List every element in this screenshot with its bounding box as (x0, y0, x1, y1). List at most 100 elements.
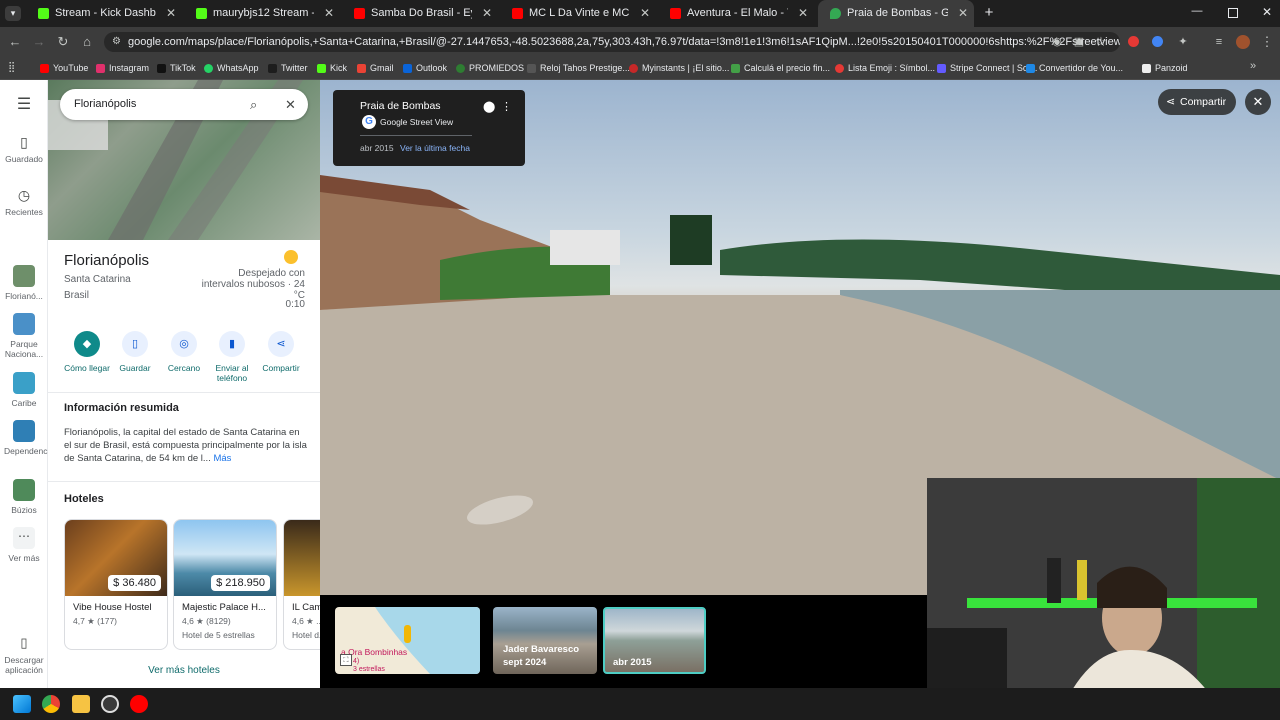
expand-map-icon[interactable]: ⛶ (340, 654, 352, 666)
hotel-image (284, 520, 320, 596)
nearby-icon: ◎ (171, 331, 197, 357)
forward-icon[interactable]: → (30, 33, 48, 51)
extension-blue-icon[interactable] (1152, 36, 1163, 47)
new-tab-button[interactable]: + (980, 4, 998, 22)
minimap[interactable]: a Ora Bombinhas 4) 3 estrellas ⛶ (335, 607, 480, 674)
rail-place-caribe[interactable]: Caribe (0, 372, 48, 408)
share-button[interactable]: ⋖ Compartir (1158, 89, 1236, 115)
outlook-icon (403, 64, 412, 73)
close-tab-icon[interactable]: ✕ (324, 0, 334, 27)
hotel-card[interactable]: $ 36.480 Vibe House Hostel 4,7 ★ (177) (64, 519, 168, 650)
rail-place-florianopolis[interactable]: Florianó... (0, 265, 48, 301)
place-country: Brasil (64, 290, 90, 301)
apps-icon[interactable]: ⣿ (8, 62, 19, 73)
menu-icon[interactable]: ⋮ (1258, 33, 1276, 51)
search-input[interactable]: Florianópolis ⌕ ✕ (60, 89, 308, 120)
phone-icon: ▯ (20, 635, 28, 650)
file-explorer-icon[interactable] (72, 695, 90, 713)
bookmark-promiedos[interactable]: PROMIEDOS (456, 61, 524, 76)
more-bookmarks-icon[interactable]: » (1250, 60, 1256, 72)
address-bar[interactable]: ⚙ google.com/maps/place/Florianópolis,+S… (104, 32, 1120, 52)
hotel-card[interactable]: $ 218.950 Majestic Palace H... 4,6 ★ (81… (173, 519, 277, 650)
maximize-window-button[interactable] (1228, 8, 1238, 18)
location-pin-icon[interactable]: ⬤ (483, 100, 495, 113)
rail-more[interactable]: ⋯ Ver más (0, 527, 48, 563)
bookmark-star-icon[interactable]: ☆ (1092, 33, 1110, 51)
bookmark-youtube[interactable]: YouTube (40, 61, 88, 76)
youtube-icon (670, 8, 681, 19)
hotel-card[interactable]: IL Cam... 4,6 ★ ... Hotel d... (283, 519, 320, 650)
minimize-window-button[interactable]: — (1190, 5, 1204, 21)
close-tab-icon[interactable]: ✕ (482, 0, 492, 27)
obs-icon[interactable] (101, 695, 119, 713)
tab-youtube-mc[interactable]: MC L Da Vinte e MC Gury - Parar✕ (500, 0, 656, 27)
bookmark-panzoid[interactable]: Panzoid (1142, 61, 1188, 76)
menu-icon[interactable]: ☰ (0, 97, 48, 113)
back-icon[interactable]: ← (6, 33, 24, 51)
gmail-icon (357, 64, 366, 73)
close-tab-icon[interactable]: ✕ (640, 0, 650, 27)
bookmark-instagram[interactable]: Instagram (96, 61, 149, 76)
bookmark-myinstants[interactable]: Myinstants | ¡El sitio... (629, 61, 729, 76)
rail-place-dependencias[interactable]: Dependencias... (0, 420, 65, 456)
bookmark-kick[interactable]: Kick (317, 61, 347, 76)
search-icon[interactable]: ⌕ (250, 89, 257, 120)
promiedos-icon (456, 64, 465, 73)
rail-recent[interactable]: ◷ Recientes (0, 187, 48, 217)
extensions-icon[interactable]: ✦ (1174, 33, 1192, 51)
more-hotels-link[interactable]: Ver más hoteles (48, 665, 320, 676)
close-tab-icon[interactable]: ✕ (166, 0, 176, 27)
tab-kick-stream[interactable]: maurybjs12 Stream - Watch Live✕ (184, 0, 340, 27)
bookmark-outlook[interactable]: Outlook (403, 61, 447, 76)
bookmark-tiktok[interactable]: TikTok (157, 61, 196, 76)
maps-pin-icon (830, 8, 841, 19)
rail-place-buzios[interactable]: Búzios (0, 479, 48, 515)
install-icon[interactable]: ▣ (1070, 33, 1088, 51)
bookmark-convertidor[interactable]: Convertidor de You... (1026, 61, 1123, 76)
bookmark-calcula[interactable]: Calculá el precio fin... (731, 61, 830, 76)
street-view-thumb-2024[interactable]: Jader Bavaresco sept 2024 (493, 607, 597, 674)
youtube-app-icon[interactable] (130, 695, 148, 713)
tab-search-icon[interactable]: ▾ (5, 6, 21, 21)
tab-google-maps[interactable]: Praia de Bombas - Google Maps✕ (818, 0, 974, 27)
bookmark-whatsapp[interactable]: WhatsApp (204, 61, 259, 76)
home-icon[interactable]: ⌂ (78, 33, 96, 51)
close-tab-icon[interactable]: ✕ (798, 0, 808, 27)
more-link[interactable]: Más (213, 453, 231, 464)
close-window-button[interactable]: ✕ (1260, 5, 1274, 21)
rail-saved[interactable]: ▯ Guardado (0, 134, 48, 164)
tab-youtube-aventura[interactable]: Aventura - El Malo - YouTube✕ (658, 0, 814, 27)
bookmark-twitter[interactable]: Twitter (268, 61, 308, 76)
x-icon (268, 64, 277, 73)
thumb-date: sept 2024 (503, 657, 547, 668)
bookmark-stripe[interactable]: Stripe Connect | Sol... (937, 61, 1037, 76)
extension-red-icon[interactable] (1128, 36, 1139, 47)
media-icon[interactable]: ≡ (1210, 33, 1228, 51)
windows-start-icon[interactable] (13, 695, 31, 713)
chrome-icon[interactable] (42, 695, 60, 713)
more-options-icon[interactable]: ⋮ (501, 100, 512, 113)
save-button[interactable]: ▯ Guardar (107, 331, 163, 373)
share-button[interactable]: ⋖ Compartir (253, 331, 309, 373)
rail-download-app[interactable]: ▯ Descargar aplicación (0, 635, 48, 675)
close-tab-icon[interactable]: ✕ (958, 0, 968, 27)
street-view-thumb-2015[interactable]: abr 2015 (603, 607, 706, 674)
divider (48, 481, 320, 482)
clear-search-icon[interactable]: ✕ (285, 89, 296, 120)
hotel-image: $ 36.480 (65, 520, 167, 596)
myinstants-icon (629, 64, 638, 73)
send-to-phone-button[interactable]: ▮ Enviar al teléfono (204, 331, 260, 383)
place-thumbnail (13, 420, 35, 442)
tab-kick-dashboard[interactable]: Stream - Kick Dashboard✕ (26, 0, 182, 27)
latest-date-link[interactable]: Ver la última fecha (400, 143, 470, 153)
avatar[interactable] (1236, 35, 1250, 49)
bookmark-emoji[interactable]: Lista Emoji : Símbol... (835, 61, 935, 76)
tab-youtube-samba[interactable]: Samba Do Brasil - Ey Macalen✕ (342, 0, 498, 27)
bookmark-reloj[interactable]: Reloj Tahos Prestige... (527, 61, 630, 76)
rail-place-parque[interactable]: Parque Naciona... (0, 313, 48, 359)
site-info-icon[interactable]: ⚙ (112, 32, 121, 52)
bookmark-gmail[interactable]: Gmail (357, 61, 394, 76)
close-street-view-button[interactable]: ✕ (1245, 89, 1271, 115)
location-icon[interactable]: ◉ (1048, 33, 1066, 51)
reload-icon[interactable]: ↻ (54, 33, 72, 51)
